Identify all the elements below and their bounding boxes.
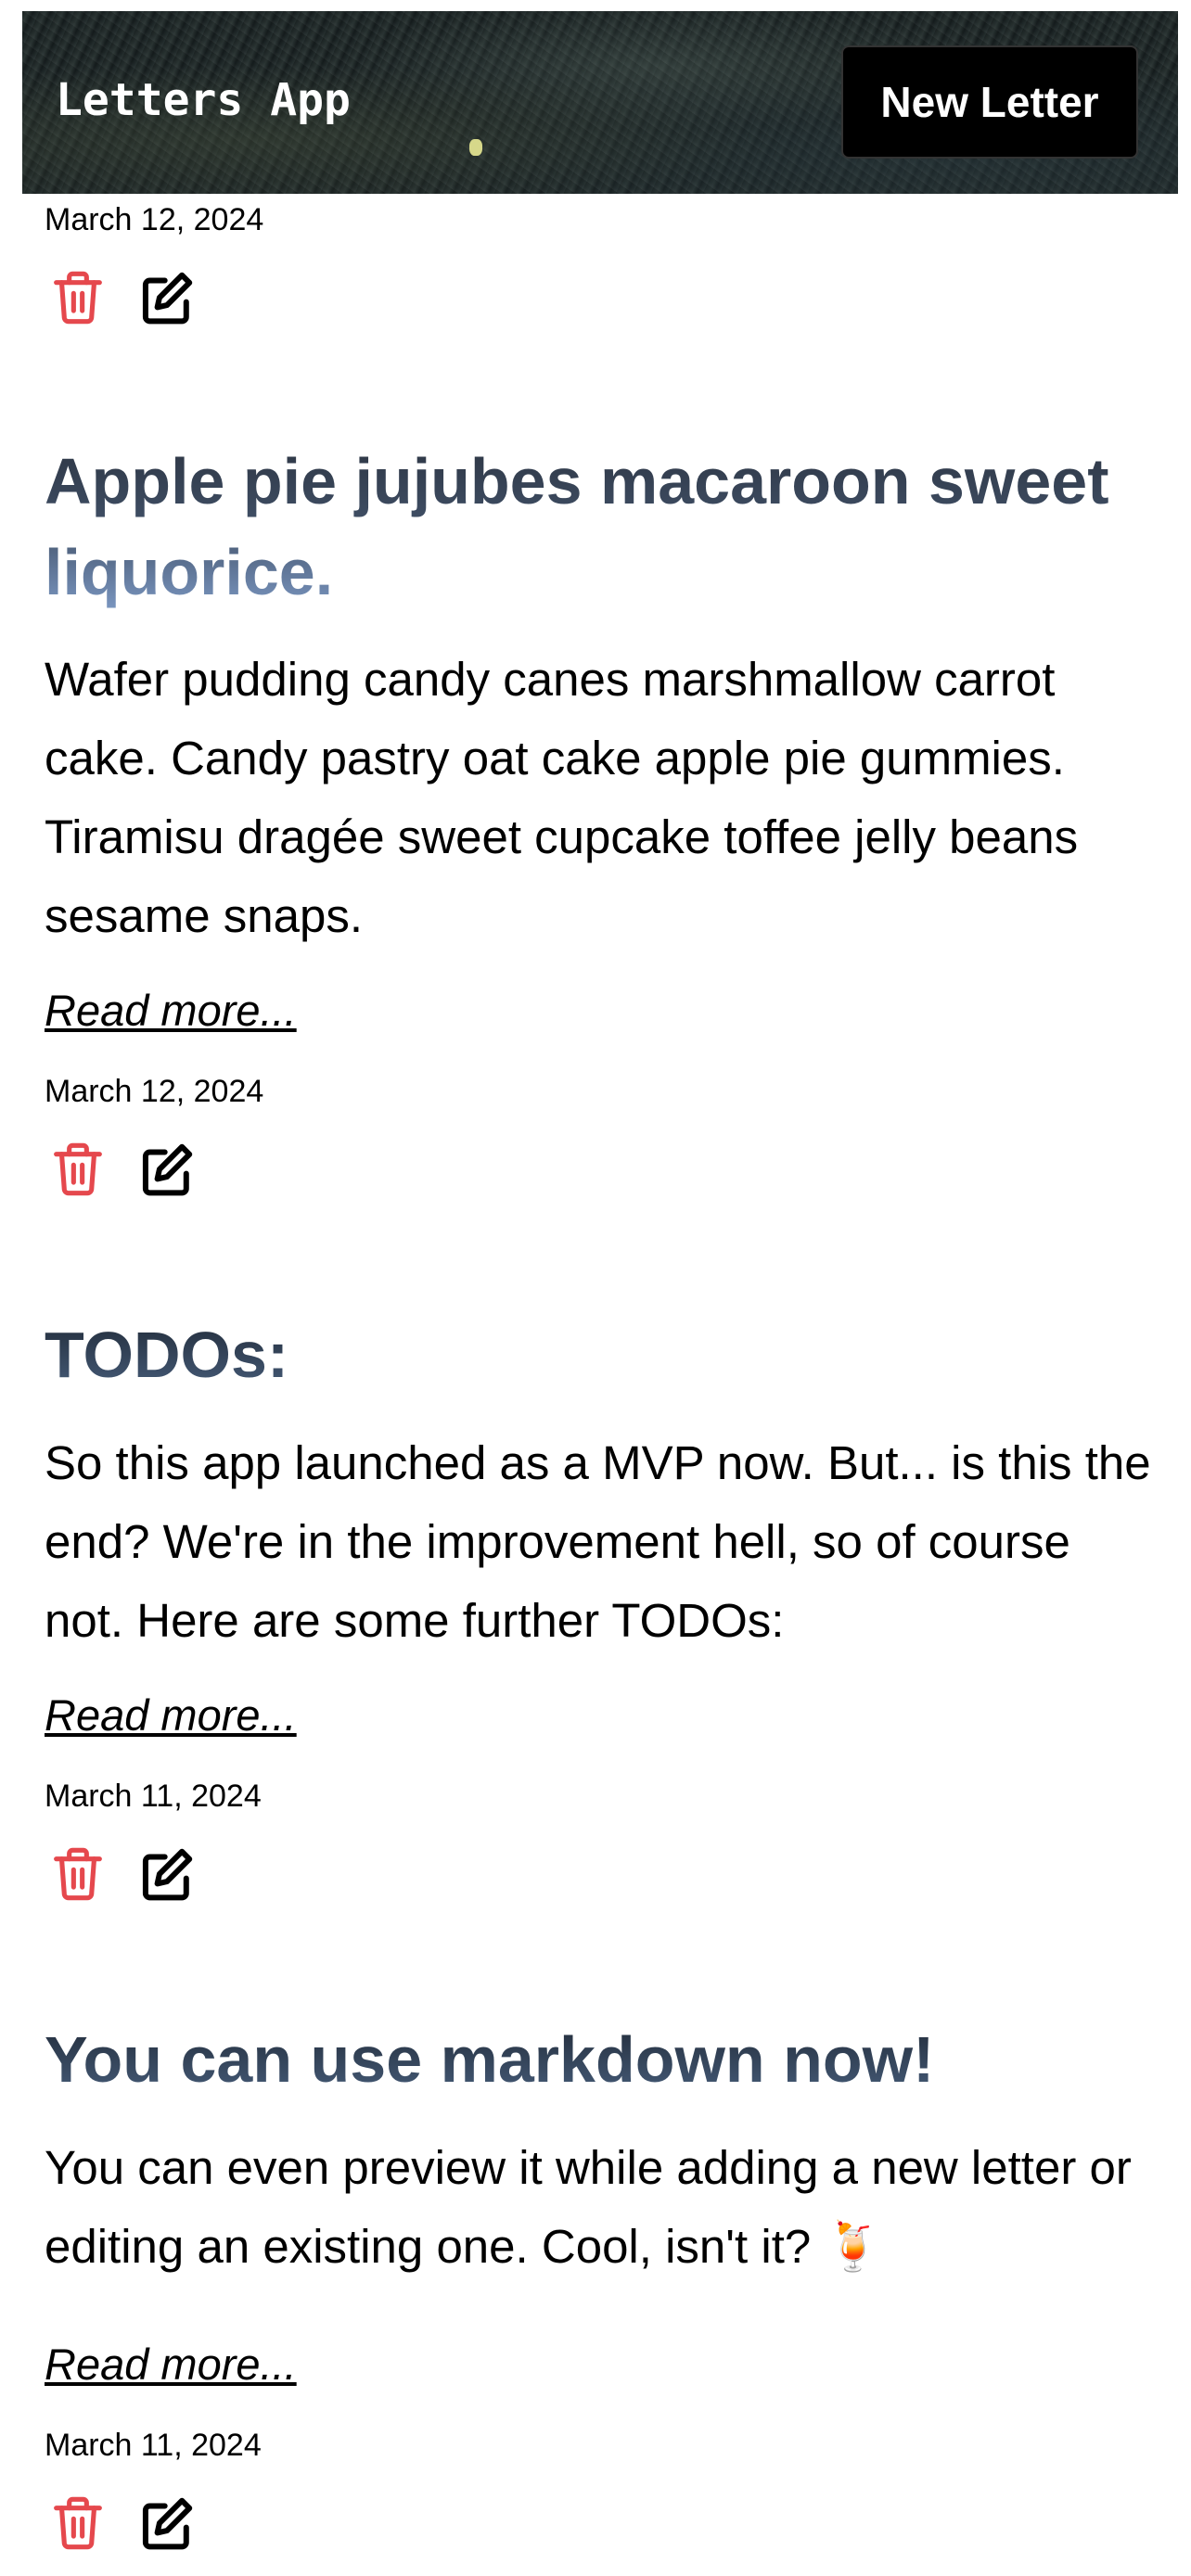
read-more-link[interactable]: Read more... [45,985,297,1036]
edit-icon[interactable] [139,1141,195,1198]
trash-icon[interactable] [52,1141,104,1198]
app-title: Letters App [56,74,351,126]
edit-icon[interactable] [139,2494,195,2552]
letter-date: March 11, 2024 [45,1779,262,1814]
letter-date: March 11, 2024 [45,2428,262,2463]
letter-title[interactable]: Apple pie jujubes macaroon sweet liquori… [45,436,1158,618]
letter-actions [52,2494,195,2552]
header-background-detail [469,139,482,156]
letter-excerpt: Wafer pudding candy canes marshmallow ca… [45,653,1079,942]
edit-icon[interactable] [139,269,195,326]
trash-icon[interactable] [52,269,104,326]
letter-actions [52,269,195,326]
letter-date: March 12, 2024 [45,202,264,237]
read-more-link[interactable]: Read more... [45,2339,297,2390]
letter-title[interactable]: You can use markdown now! [45,2014,1158,2105]
letter-actions [52,1141,195,1198]
letter-excerpt: You can even preview it while adding a n… [45,2141,1132,2273]
letter-excerpt: So this app launched as a MVP now. But..… [45,1436,1151,1647]
letter-actions [52,1845,195,1903]
trash-icon[interactable] [52,1845,104,1903]
trash-icon[interactable] [52,2494,104,2552]
read-more-link[interactable]: Read more... [45,1690,297,1741]
letter-date: March 12, 2024 [45,1074,264,1109]
edit-icon[interactable] [139,1845,195,1903]
letter-title[interactable]: TODOs: [45,1309,1158,1400]
new-letter-button[interactable]: New Letter [841,45,1138,159]
app-header: Letters App New Letter [22,11,1178,194]
